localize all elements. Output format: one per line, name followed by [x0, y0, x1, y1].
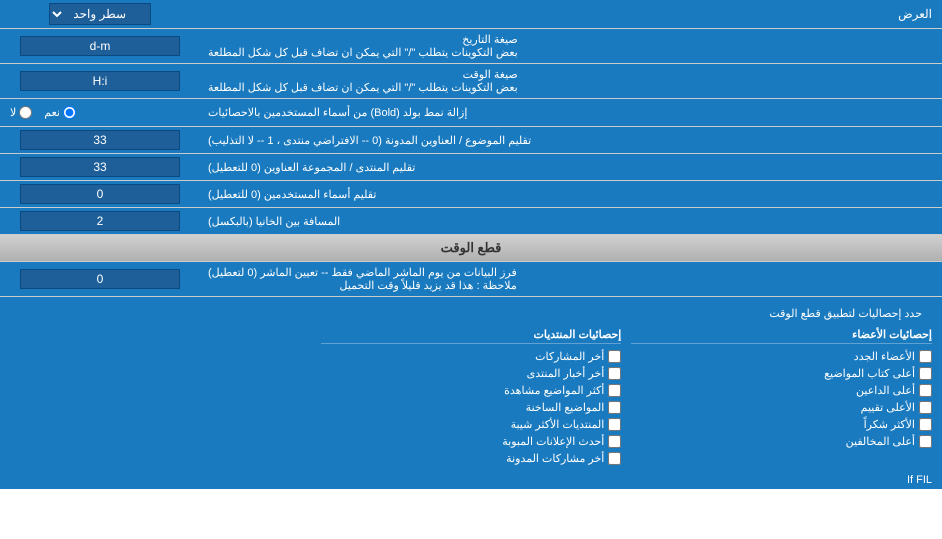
- checkboxes-grid: إحصائيات الأعضاء الأعضاء الجدد أعلى كتاب…: [10, 326, 932, 465]
- realtime-data-row: فرز البيانات من يوم الماشر الماضي فقط --…: [0, 262, 942, 297]
- cb-latest-classifieds-label[interactable]: أحدث الإعلانات المبوبة: [321, 435, 622, 448]
- cb-new-members[interactable]: [919, 350, 932, 363]
- cb-most-viewed[interactable]: [608, 384, 621, 397]
- cb-last-blog-posts-text: أخر مشاركات المدونة: [506, 452, 604, 465]
- cb-latest-classifieds-text: أحدث الإعلانات المبوبة: [502, 435, 604, 448]
- forum-order-row: تقليم المنتدى / المجموعة العناوين (0 للت…: [0, 154, 942, 181]
- cb-new-members-text: الأعضاء الجدد: [854, 350, 915, 363]
- columns-gap-input[interactable]: [20, 211, 180, 231]
- bold-remove-label: إزالة نمط بولد (Bold) من أسماء المستخدمي…: [200, 102, 942, 123]
- cb-most-popular-forums-label[interactable]: المنتديات الأكثر شيبة: [321, 418, 622, 431]
- cb-top-referrers-label[interactable]: أعلى الداعين: [631, 384, 932, 397]
- cb-top-violations-label[interactable]: أعلى المخالفين: [631, 435, 932, 448]
- cb-last-blog-posts-label[interactable]: أخر مشاركات المدونة: [321, 452, 622, 465]
- checkbox-col-forums: إحصائيات المنتديات أخر المشاركات أخر أخب…: [321, 326, 622, 465]
- cb-top-referrers-text: أعلى الداعين: [856, 384, 915, 397]
- columns-gap-input-wrapper: [0, 208, 200, 234]
- columns-gap-row: المسافة بين الخانيا (بالبكسل): [0, 208, 942, 235]
- cb-last-news-label[interactable]: أخر أخبار المنتدى: [321, 367, 622, 380]
- users-trim-input[interactable]: [20, 184, 180, 204]
- cb-most-thanks[interactable]: [919, 418, 932, 431]
- bold-radio-yes[interactable]: [63, 106, 76, 119]
- cb-top-writers[interactable]: [919, 367, 932, 380]
- cb-last-posts-text: أخر المشاركات: [535, 350, 604, 363]
- cb-last-posts-label[interactable]: أخر المشاركات: [321, 350, 622, 363]
- time-format-input[interactable]: [20, 71, 180, 91]
- bold-radio-yes-label[interactable]: نعم: [44, 106, 76, 119]
- users-trim-row: تقليم أسماء المستخدمين (0 للتعطيل): [0, 181, 942, 208]
- bold-radio-no[interactable]: [19, 106, 32, 119]
- realtime-data-label: فرز البيانات من يوم الماشر الماضي فقط --…: [200, 262, 942, 296]
- cb-last-news[interactable]: [608, 367, 621, 380]
- cb-most-viewed-text: أكثر المواضيع مشاهدة: [504, 384, 604, 397]
- topics-order-row: تقليم الموضوع / العناوين المدونة (0 -- ا…: [0, 127, 942, 154]
- cb-hot-topics-label[interactable]: المواضيع الساخنة: [321, 401, 622, 414]
- users-trim-input-wrapper: [0, 181, 200, 207]
- checkboxes-section: حدد إحصاليات لتطبيق قطع الوقت إحصائيات ا…: [0, 297, 942, 471]
- cb-top-rated-label[interactable]: الأعلى تقييم: [631, 401, 932, 414]
- cb-top-referrers[interactable]: [919, 384, 932, 397]
- display-row: العرض سطر واحد سطرين ثلاثة أسطر: [0, 0, 942, 29]
- cb-most-viewed-label[interactable]: أكثر المواضيع مشاهدة: [321, 384, 622, 397]
- cb-most-thanks-label[interactable]: الأكثر شكراً: [631, 418, 932, 431]
- forum-order-input-wrapper: [0, 154, 200, 180]
- cb-new-members-label[interactable]: الأعضاء الجدد: [631, 350, 932, 363]
- display-select-wrapper: سطر واحد سطرين ثلاثة أسطر: [0, 0, 200, 28]
- date-format-input[interactable]: [20, 36, 180, 56]
- main-container: العرض سطر واحد سطرين ثلاثة أسطر صيغة الت…: [0, 0, 942, 489]
- cb-top-violations[interactable]: [919, 435, 932, 448]
- display-select[interactable]: سطر واحد سطرين ثلاثة أسطر: [49, 3, 151, 25]
- cb-hot-topics-text: المواضيع الساخنة: [526, 401, 605, 414]
- cb-top-rated-text: الأعلى تقييم: [861, 401, 915, 414]
- time-format-label: صيغة الوقت بعض التكوينات يتطلب "/" التي …: [200, 64, 942, 98]
- display-label: العرض: [200, 3, 942, 25]
- forum-order-label: تقليم المنتدى / المجموعة العناوين (0 للت…: [200, 154, 942, 180]
- forum-order-input[interactable]: [20, 157, 180, 177]
- bold-radio-yes-text: نعم: [44, 106, 60, 119]
- bottom-note: If FIL: [0, 471, 942, 489]
- realtime-data-input-wrapper: [0, 262, 200, 296]
- checkbox-col-empty: [10, 326, 311, 465]
- topics-order-input-wrapper: [0, 127, 200, 153]
- date-format-row: صيغة التاريخ بعض التكوينات يتطلب "/" الت…: [0, 29, 942, 64]
- users-trim-label: تقليم أسماء المستخدمين (0 للتعطيل): [200, 181, 942, 207]
- cb-last-posts[interactable]: [608, 350, 621, 363]
- bold-radio-no-label[interactable]: لا: [10, 106, 32, 119]
- realtime-section-header: قطع الوقت: [0, 235, 942, 262]
- cb-top-rated[interactable]: [919, 401, 932, 414]
- bold-remove-row: إزالة نمط بولد (Bold) من أسماء المستخدمي…: [0, 99, 942, 127]
- col-forums-header: إحصائيات المنتديات: [321, 326, 622, 344]
- topics-order-label: تقليم الموضوع / العناوين المدونة (0 -- ا…: [200, 127, 942, 153]
- cb-most-popular-forums[interactable]: [608, 418, 621, 431]
- time-format-input-wrapper: [0, 64, 200, 98]
- time-format-row: صيغة الوقت بعض التكوينات يتطلب "/" التي …: [0, 64, 942, 99]
- cb-hot-topics[interactable]: [608, 401, 621, 414]
- cb-top-writers-text: أعلى كتاب المواضيع: [824, 367, 915, 380]
- cb-latest-classifieds[interactable]: [608, 435, 621, 448]
- date-format-input-wrapper: [0, 29, 200, 63]
- realtime-data-input[interactable]: [20, 269, 180, 289]
- columns-gap-label: المسافة بين الخانيا (بالبكسل): [200, 208, 942, 234]
- checkbox-col-members: إحصائيات الأعضاء الأعضاء الجدد أعلى كتاب…: [631, 326, 932, 465]
- topics-order-input[interactable]: [20, 130, 180, 150]
- date-format-label: صيغة التاريخ بعض التكوينات يتطلب "/" الت…: [200, 29, 942, 63]
- col-members-header: إحصائيات الأعضاء: [631, 326, 932, 344]
- cb-last-blog-posts[interactable]: [608, 452, 621, 465]
- cb-top-violations-text: أعلى المخالفين: [846, 435, 915, 448]
- cb-most-popular-forums-text: المنتديات الأكثر شيبة: [511, 418, 605, 431]
- cb-last-news-text: أخر أخبار المنتدى: [527, 367, 605, 380]
- bold-remove-radio-area: نعم لا: [0, 103, 200, 122]
- cb-top-writers-label[interactable]: أعلى كتاب المواضيع: [631, 367, 932, 380]
- checkboxes-title: حدد إحصاليات لتطبيق قطع الوقت: [10, 303, 932, 326]
- cb-most-thanks-text: الأكثر شكراً: [864, 418, 915, 431]
- bold-radio-no-text: لا: [10, 106, 16, 119]
